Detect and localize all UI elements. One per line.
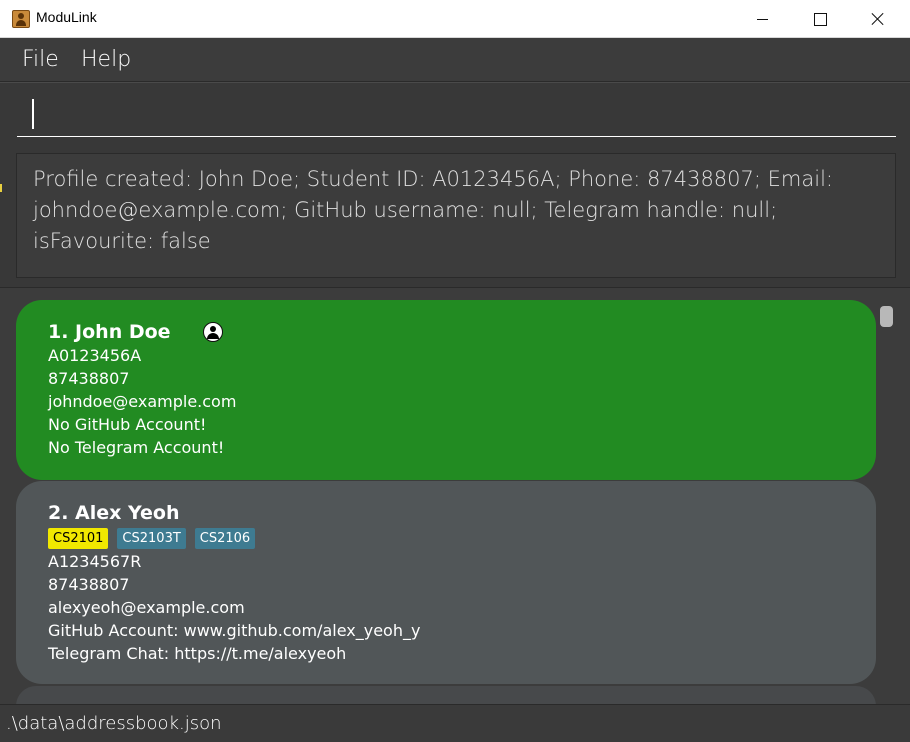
tag: CS2106 [194, 528, 256, 549]
tag: CS2103T [117, 528, 186, 549]
person-card[interactable]: 2. Alex Yeoh CS2101 CS2103T CS2106 A1234… [16, 481, 876, 684]
phone: 87438807 [48, 575, 130, 594]
maximize-button[interactable] [797, 0, 843, 38]
window-title: ModuLink [36, 9, 97, 25]
student-id: A0123456A [48, 346, 142, 365]
text-caret [32, 99, 34, 129]
phone: 87438807 [48, 369, 130, 388]
edge-marker [0, 184, 2, 192]
list-scrollbar[interactable] [876, 288, 898, 704]
user-profile-icon [202, 322, 223, 342]
person-name: 1. John Doe [48, 321, 171, 343]
save-file-path: .\data\addressbook.json [6, 713, 222, 734]
menu-file[interactable]: File [22, 47, 59, 72]
github: GitHub Account: www.github.com/alex_yeoh… [48, 621, 421, 640]
menu-help[interactable]: Help [81, 47, 131, 72]
menu-bar: File Help [0, 38, 910, 82]
result-message: Profile created: John Doe; Student ID: A… [33, 167, 833, 253]
tag: CS2101 [48, 528, 109, 549]
github: No GitHub Account! [48, 415, 207, 434]
person-name-row: 2. Alex Yeoh [48, 501, 844, 525]
telegram: Telegram Chat: https://t.me/alexyeoh [48, 644, 347, 663]
status-bar: .\data\addressbook.json [0, 704, 910, 742]
title-bar: ModuLink [0, 0, 910, 38]
person-name: 2. Alex Yeoh [48, 502, 180, 524]
command-input[interactable] [17, 93, 896, 137]
person-name-row: 1. John Doe [48, 320, 844, 344]
person-card[interactable] [16, 686, 876, 704]
student-id: A1234567R [48, 552, 142, 571]
email: johndoe@example.com [48, 392, 237, 411]
result-display: Profile created: John Doe; Student ID: A… [16, 153, 896, 278]
email: alexyeoh@example.com [48, 598, 245, 617]
telegram: No Telegram Account! [48, 438, 225, 457]
command-box [0, 82, 910, 144]
tag-list: CS2101 CS2103T CS2106 [48, 528, 844, 549]
address-book-icon [12, 10, 30, 28]
minimize-button[interactable] [740, 0, 786, 38]
close-button[interactable] [855, 0, 901, 38]
person-list[interactable]: 1. John Doe A0123456A 87438807 johndoe@e… [0, 288, 910, 704]
result-display-panel: Profile created: John Doe; Student ID: A… [0, 144, 910, 288]
scrollbar-thumb[interactable] [880, 306, 893, 327]
person-card[interactable]: 1. John Doe A0123456A 87438807 johndoe@e… [16, 300, 876, 480]
